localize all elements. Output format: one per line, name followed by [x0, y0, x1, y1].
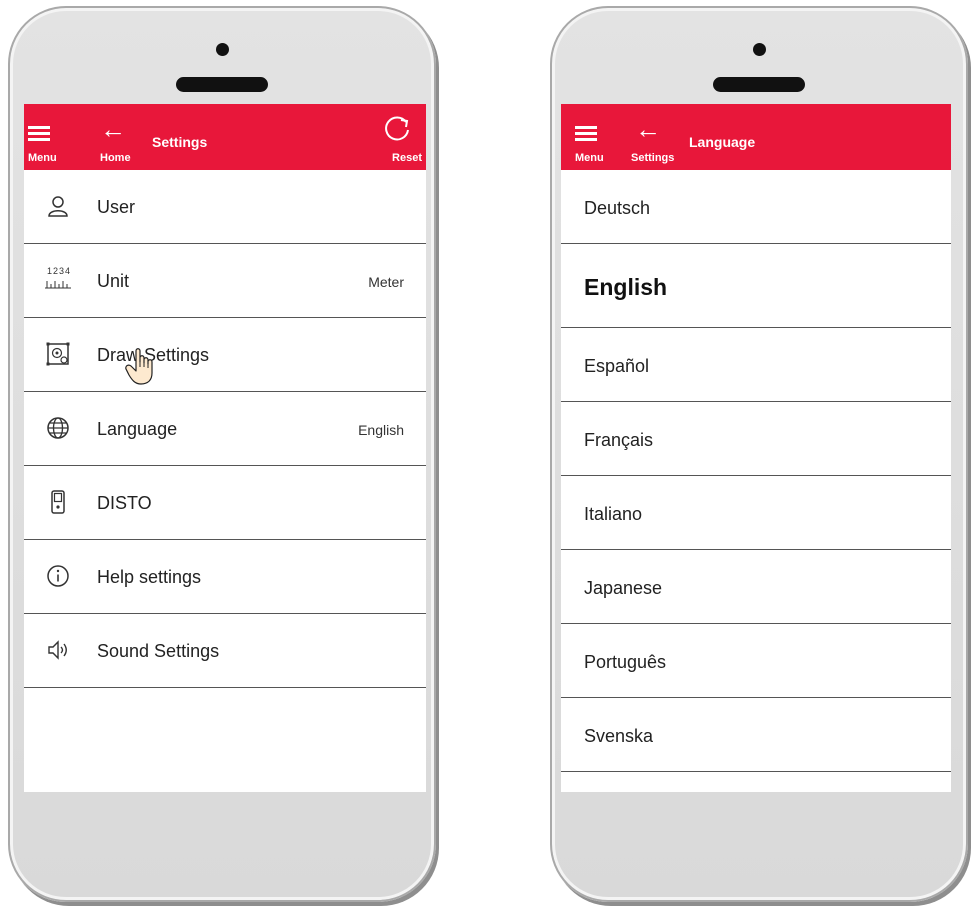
- reset-label: Reset: [392, 152, 422, 164]
- language-option-italiano[interactable]: Italiano: [561, 476, 951, 550]
- language-option-espanol[interactable]: Español: [561, 328, 951, 402]
- unit-value: Meter: [368, 274, 404, 290]
- globe-icon: [47, 417, 69, 439]
- language-option-svenska[interactable]: Svenska: [561, 698, 951, 772]
- language-option-label: Svenska: [584, 726, 654, 746]
- settings-item-label: DISTO: [97, 493, 152, 513]
- settings-item-help-settings[interactable]: Help settings: [24, 540, 426, 614]
- user-icon: [48, 196, 68, 217]
- settings-item-unit[interactable]: 1234 Unit Meter: [24, 244, 426, 318]
- settings-item-user[interactable]: User: [24, 170, 426, 244]
- front-camera: [216, 43, 229, 56]
- language-option-label: Italiano: [584, 504, 643, 524]
- back-arrow-icon: ←: [635, 114, 661, 144]
- reset-button[interactable]: Reset: [376, 104, 426, 170]
- page-title: Settings: [152, 134, 208, 150]
- language-option-label: Deutsch: [584, 198, 651, 218]
- menu-button[interactable]: Menu: [24, 104, 64, 170]
- language-option-label: Português: [584, 652, 667, 672]
- language-option-label: Español: [584, 356, 650, 376]
- ruler-digits: 1234: [47, 266, 72, 276]
- language-option-label: English: [584, 274, 668, 300]
- back-label: Settings: [631, 152, 675, 164]
- disto-device-icon: [51, 490, 65, 514]
- hamburger-icon: [575, 126, 597, 141]
- language-option-japanese[interactable]: Japanese: [561, 550, 951, 624]
- language-option-portugues[interactable]: Português: [561, 624, 951, 698]
- ruler-icon: 1234: [44, 266, 72, 290]
- earpiece-speaker: [713, 77, 805, 92]
- hamburger-icon: [28, 126, 50, 141]
- settings-screen: Menu ← Home Settings Reset User 1234 Uni…: [24, 104, 426, 792]
- front-camera: [753, 43, 766, 56]
- phone-language: Menu ← Settings Language Deutsch English…: [550, 6, 968, 902]
- settings-item-sound-settings[interactable]: Sound Settings: [24, 614, 426, 688]
- reset-icon: [385, 116, 409, 141]
- language-value: English: [358, 422, 404, 438]
- settings-item-draw-settings[interactable]: Draw Settings: [24, 318, 426, 392]
- back-settings-button[interactable]: ← Settings: [627, 104, 687, 170]
- menu-label: Menu: [575, 152, 604, 164]
- settings-item-label: Language: [97, 419, 178, 439]
- language-option-label: Français: [584, 430, 654, 450]
- page-title: Language: [689, 134, 756, 150]
- menu-button[interactable]: Menu: [561, 104, 604, 170]
- settings-item-label: Draw Settings: [97, 345, 210, 365]
- settings-item-language[interactable]: Language English: [24, 392, 426, 466]
- language-option-deutsch[interactable]: Deutsch: [561, 170, 951, 244]
- draw-settings-icon: [46, 342, 70, 366]
- language-option-francais[interactable]: Français: [561, 402, 951, 476]
- settings-item-label: Sound Settings: [97, 641, 220, 661]
- back-arrow-icon: ←: [100, 114, 126, 144]
- settings-item-label: Unit: [97, 271, 130, 291]
- language-topbar: Menu ← Settings Language: [561, 104, 951, 170]
- language-option-english-selected[interactable]: English: [561, 244, 951, 328]
- language-screen: Menu ← Settings Language Deutsch English…: [561, 104, 951, 792]
- back-home-button[interactable]: ← Home: [96, 104, 146, 170]
- language-option-label: Japanese: [584, 578, 663, 598]
- settings-topbar: Menu ← Home Settings Reset: [24, 104, 426, 170]
- settings-item-label: User: [97, 197, 136, 217]
- info-icon: [47, 565, 69, 587]
- back-label: Home: [100, 152, 131, 164]
- settings-item-label: Help settings: [97, 567, 202, 587]
- speaker-icon: [48, 640, 67, 660]
- menu-label: Menu: [28, 152, 57, 164]
- settings-item-disto[interactable]: DISTO: [24, 466, 426, 540]
- phone-settings: Menu ← Home Settings Reset User 1234 Uni…: [8, 6, 436, 902]
- earpiece-speaker: [176, 77, 268, 92]
